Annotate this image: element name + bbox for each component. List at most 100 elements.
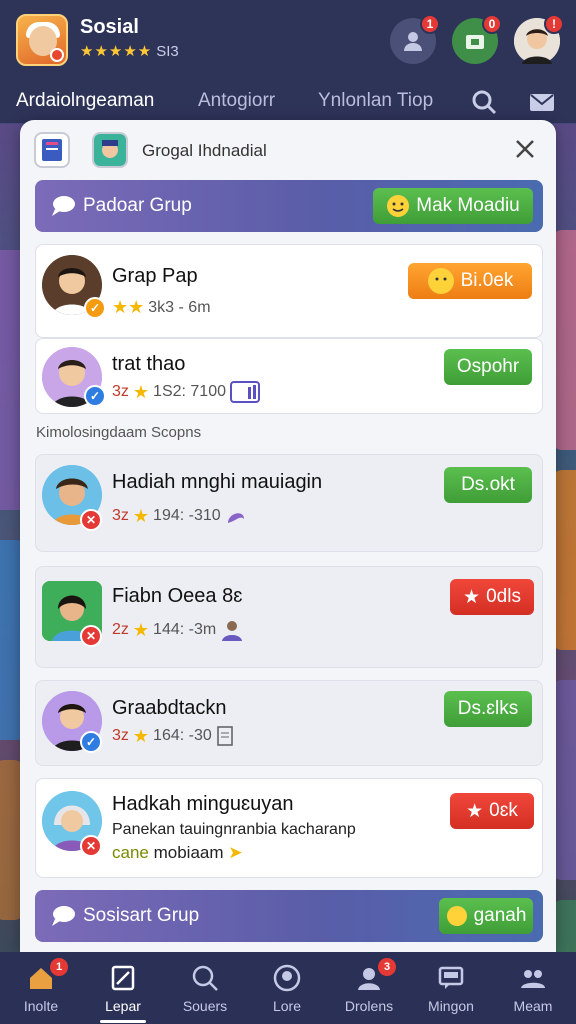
edit-icon [111,965,135,991]
group-name: Graabdtackn [112,697,227,719]
group-level: 3z [112,727,129,744]
tab-ynlonlan-tiop[interactable]: Ynlonlan Tiop [318,90,433,112]
tab-ardaiolngeaman[interactable]: Ardaiolngeaman [16,90,154,112]
group-card[interactable]: ✕ Hadkah minguɛuyan Panekan tauingnranbi… [35,778,543,878]
card-name: Grap Pap [112,265,198,287]
home-star-icon: ★ [463,586,481,608]
group-card[interactable]: ✕ Hadiah mnghi mauiagin 3z ★ 194: -310 D… [35,454,543,552]
bottom-nav-souers[interactable]: Souers [164,952,246,1024]
group-description: Panekan tauingnranbia kacharanp [112,821,356,838]
bottom-nav-lore[interactable]: Lore [246,952,328,1024]
remove-badge: ✕ [80,625,102,647]
join-group-label: ganah [473,905,527,926]
make-group-label: Mak Moadiu [416,195,520,216]
top-banner-label: Padoar Grup [83,195,192,216]
top-bar: Sosial ★★★★★ SI3 1 0 ! [0,0,576,78]
bottom-nav-meam[interactable]: Meam [492,952,574,1024]
group-card[interactable]: ✕ Fiabn Oeea 8ɛ 2z ★ 144: -3m ★ 0dls [35,566,543,668]
app-rating: ★★★★★ SI3 [80,42,179,60]
star-icon: ★★ [112,297,145,317]
search-icon[interactable] [470,88,498,116]
tab-antogiorr[interactable]: Antogiorr [198,90,275,112]
verified-badge: ✓ [80,731,102,753]
featured-card[interactable]: ✓ trat thao 3z ★ 1S2: 7100 Ospohr [35,338,543,414]
bottom-nav: 1 Inolte Lepar Souers Lore 3 Drolens Min… [0,952,576,1024]
team-icon [521,970,545,988]
join-group-button[interactable]: ganah [439,898,533,934]
profile-avatar-button[interactable]: ! [514,14,564,64]
bottom-banner-label: Sosisart Grup [83,905,200,926]
group-subtext: cane mobiaam ➤ [112,843,243,863]
level-badge: ✓ [84,297,106,319]
bottom-nav-label: Inolte [23,998,59,1014]
friends-badge: 3 [378,958,396,976]
group-meta-value: 164: -30 [153,727,212,744]
featured-card[interactable]: ✓ Grap Pap ★★ 3k3 - 6m Bi.0ek [35,244,543,338]
group-action-button[interactable]: ★ 0ɛk [450,793,534,829]
bottom-nav-label: Drolens [344,998,394,1014]
group-panel: Grogal Ihdnadial Padoar Grup Mak Moadiu … [20,120,556,952]
close-icon[interactable] [512,136,538,162]
book-icon[interactable] [34,132,70,168]
active-indicator [100,1020,146,1023]
star-icon: ★ [132,619,150,640]
profile-badge: ! [544,14,564,34]
group-name: Fiabn Oeea 8ɛ [112,585,243,607]
nav-tabs: Ardaiolngeaman Antogiorr Ynlonlan Tiop [0,78,576,124]
search-icon [192,965,218,991]
bottom-nav-label: Lepar [105,998,141,1014]
rating-value: SI3 [156,43,179,60]
group-level: 2z [112,621,129,638]
group-sub-label: mobiaam [153,843,224,862]
bottom-nav-lepar[interactable]: Lepar [82,952,164,1024]
user-icon [404,32,422,51]
bottom-nav-label: Meam [513,998,553,1014]
verified-badge: ✓ [84,385,106,407]
group-action-label: Ds.okt [461,474,515,495]
group-action-button[interactable]: Ds.ɛlks [444,691,532,727]
cursor-icon: ➤ [228,843,243,862]
home-star-icon: ★ [466,800,484,822]
app-icon[interactable] [16,14,68,66]
shop-button[interactable]: 0 [452,14,502,64]
mail-icon[interactable] [528,88,556,116]
card-meta-value: 3k3 - 6m [148,298,211,316]
chart-icon [230,381,260,403]
make-group-button[interactable]: Mak Moadiu [373,188,533,224]
card-meta: 3z ★ 1S2: 7100 [112,381,260,403]
join-button[interactable]: Bi.0ek [408,263,532,299]
group-meta-value: 144: -3m [153,621,217,638]
group-meta: 2z ★ 144: -3m [112,619,244,641]
group-name: Hadiah mnghi mauiagin [112,471,323,493]
group-meta: 3z ★ 194: -310 [112,505,247,527]
star-icon: ★ [132,725,150,746]
shop-badge: 0 [482,14,502,34]
card-meta-value: 1S2: 7100 [153,383,226,400]
character-icon[interactable] [92,132,128,168]
group-action-label: 0ɛk [489,800,518,821]
note-icon [216,726,233,746]
bottom-nav-home[interactable]: 1 Inolte [0,952,82,1024]
card-level: 3z [112,383,129,400]
group-action-button[interactable]: ★ 0dls [450,579,534,615]
card-meta: ★★ 3k3 - 6m [112,297,211,318]
group-action-label: Ds.ɛlks [457,698,519,719]
bottom-nav-label: Souers [182,998,228,1014]
remove-badge: ✕ [80,835,102,857]
group-action-button[interactable]: Ds.okt [444,467,532,503]
shop-icon [466,35,484,49]
friends-button[interactable]: 1 [390,14,440,64]
smiley-icon [446,906,467,926]
app-title: Sosial [80,16,139,38]
group-sub-highlight: cane [112,843,149,862]
open-button[interactable]: Ospohr [444,349,532,385]
bottom-nav-mingon[interactable]: Mingon [410,952,492,1024]
bottom-nav-label: Mingon [428,998,474,1014]
group-card[interactable]: ✓ Graabdtackn 3z ★ 164: -30 Ds.ɛlks [35,680,543,766]
card-name: trat thao [112,353,186,375]
bottom-nav-drolens[interactable]: 3 Drolens [328,952,410,1024]
section-label: Kimolosingdaam Scopns [36,424,202,441]
smiley-icon [387,195,410,217]
home-badge: 1 [50,958,68,976]
chat-icon [438,966,464,989]
